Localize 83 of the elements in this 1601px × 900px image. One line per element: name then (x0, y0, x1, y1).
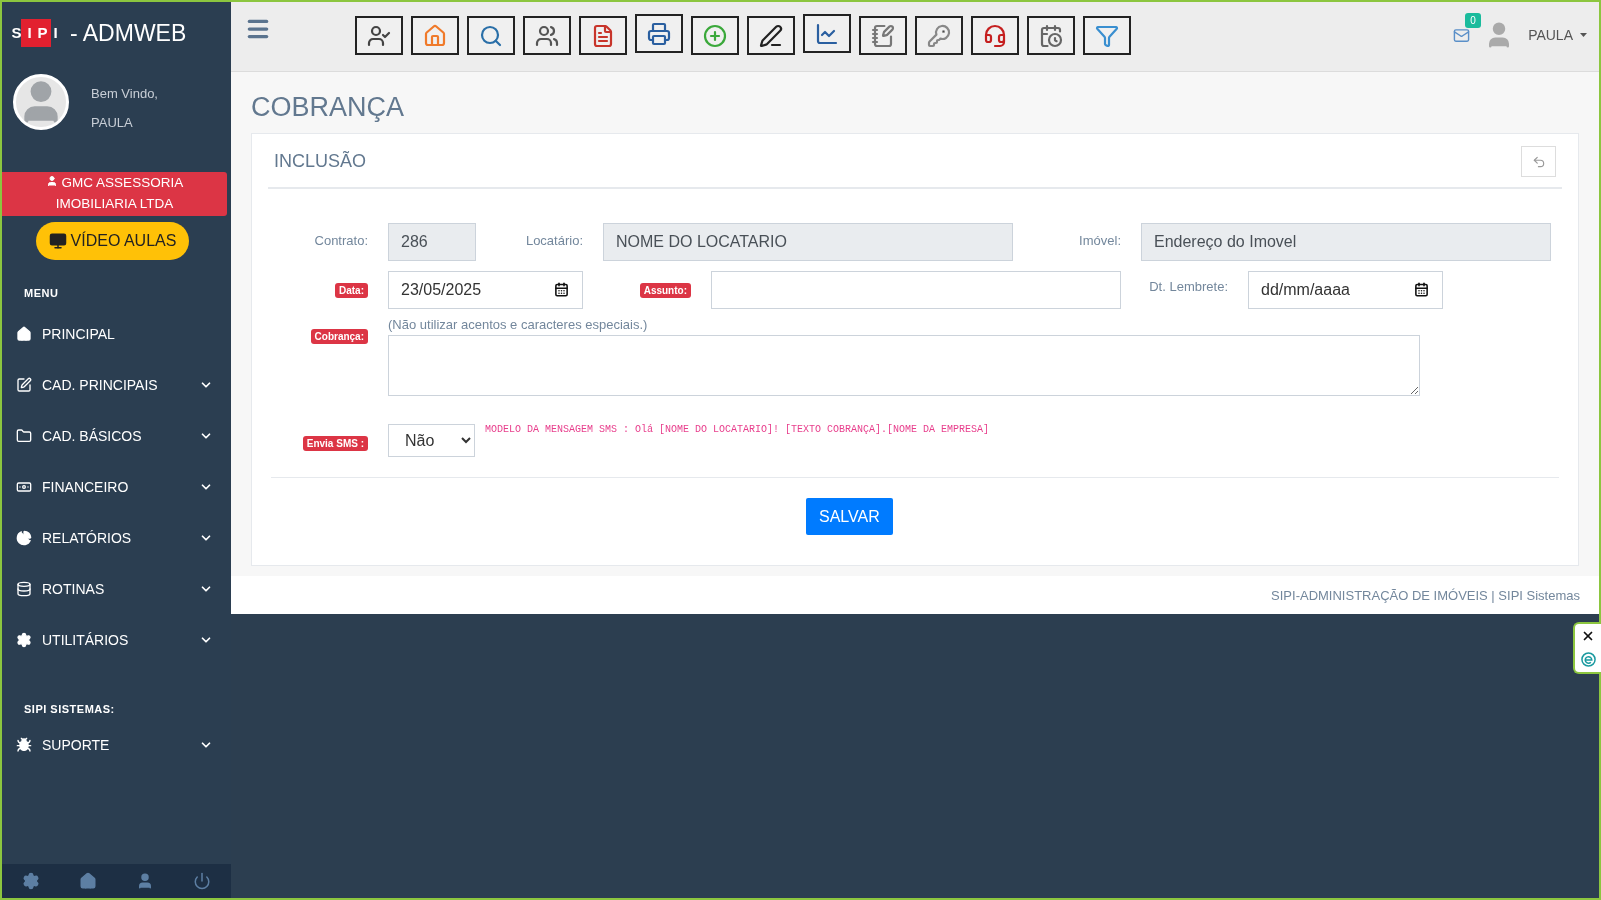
menu-item[interactable]: CAD. PRINCIPAIS (2, 359, 231, 410)
extension-icon[interactable] (1580, 652, 1596, 668)
field-label: Imóvel: (1078, 232, 1122, 248)
magnifier-icon (479, 23, 503, 48)
pen-icon (759, 23, 783, 48)
notepad-icon (871, 23, 895, 48)
menu-heading: MENU (23, 286, 60, 299)
field-label: Contrato: (313, 232, 369, 248)
settings-icon[interactable] (21, 872, 40, 890)
toolbar-button[interactable] (691, 16, 739, 55)
reminder-date-field[interactable]: dd/mm/aaaa (1248, 271, 1443, 309)
section-heading: SIPI SISTEMAS: (23, 702, 116, 715)
toolbar-button[interactable] (859, 16, 907, 55)
settings-icon (16, 631, 32, 648)
subject-field[interactable] (711, 271, 1121, 309)
user-check-icon (367, 23, 391, 48)
logo: S I P I (10, 19, 62, 47)
field-label: Dt. Lembrete: (1148, 278, 1229, 294)
contract-field[interactable]: 286 (388, 223, 476, 261)
home-icon (16, 325, 32, 342)
menu-item[interactable]: UTILITÁRIOS (2, 614, 231, 665)
home-icon[interactable] (78, 872, 97, 890)
toolbar-button[interactable] (1027, 16, 1075, 55)
caret-down-icon (1580, 33, 1587, 37)
undo-icon (1531, 154, 1546, 169)
document-icon (591, 23, 615, 48)
toolbar-button[interactable] (747, 16, 795, 55)
toolbar-button[interactable] (411, 16, 459, 55)
chart-icon (815, 21, 839, 46)
house-icon (423, 23, 447, 48)
toolbar-button[interactable] (467, 16, 515, 55)
calendar-clock-icon (1039, 23, 1063, 48)
avatar (13, 74, 69, 130)
property-field[interactable]: Endereço do Imovel (1141, 223, 1551, 261)
user-menu[interactable]: PAULA (1528, 27, 1587, 43)
bug-icon (16, 736, 32, 753)
toolbar-button[interactable] (915, 16, 963, 55)
menu-item[interactable]: ROTINAS (2, 563, 231, 614)
toolbar-button[interactable] (635, 14, 683, 53)
folder-icon (16, 427, 32, 444)
toolbar-button[interactable] (971, 16, 1019, 55)
mail-count-badge: 0 (1465, 12, 1481, 28)
filter-icon (1095, 23, 1119, 48)
menu-item[interactable]: RELATÓRIOS (2, 512, 231, 563)
required-label: Envia SMS : (302, 436, 368, 451)
menu-item[interactable]: SUPORTE (2, 719, 231, 770)
edit-icon (16, 376, 32, 393)
hint-text: (Não utilizar acentos e caracteres especiais.) (388, 317, 649, 332)
pie-chart-icon (16, 529, 32, 546)
monitor-icon (48, 232, 67, 250)
toolbar-button[interactable] (523, 16, 571, 55)
calendar-icon[interactable] (1414, 282, 1429, 297)
app-title: - ADMWEB (70, 19, 187, 47)
sms-template-text: MODELO DA MENSAGEM SMS : Olá [NOME DO LOCATARIO]! [TEXTO COBRANÇA].[NOME DA EMPRESA] (485, 424, 990, 435)
video-lessons-button[interactable]: VÍDEO AULAS (35, 222, 190, 260)
toolbar-button[interactable] (579, 16, 627, 55)
toolbar-button[interactable] (803, 14, 851, 53)
card-title: INCLUSÃO (274, 151, 367, 172)
calendar-icon[interactable] (554, 282, 569, 297)
toolbar-button[interactable] (1083, 16, 1131, 55)
toolbar-button[interactable] (355, 16, 403, 55)
menu-item[interactable]: CAD. BÁSICOS (2, 410, 231, 461)
required-label: Data: (335, 283, 368, 298)
page-title: COBRANÇA (251, 92, 406, 123)
menu-item[interactable]: FINANCEIRO (2, 461, 231, 512)
sms-select[interactable]: Não (388, 424, 475, 457)
date-field[interactable]: 23/05/2025 (388, 271, 583, 309)
users-icon (535, 23, 559, 48)
menu-item[interactable]: PRINCIPAL (2, 308, 231, 359)
headset-icon (983, 23, 1007, 48)
mail-icon[interactable] (1453, 26, 1471, 44)
greeting: Bem Vindo, (91, 86, 158, 101)
save-button[interactable]: SALVAR (806, 498, 893, 535)
printer-icon (647, 21, 671, 46)
database-icon (16, 580, 32, 597)
user-name: PAULA (91, 115, 134, 130)
field-label: Locatário: (524, 232, 584, 248)
footer-text: SIPI-ADMINISTRAÇÃO DE IMÓVEIS | SIPI Sistemas (1271, 587, 1580, 603)
required-label: Cobrança: (310, 329, 368, 344)
company-banner: GMC ASSESSORIA IMOBILIARIA LTDA (2, 172, 227, 216)
power-icon[interactable] (193, 872, 212, 890)
tenant-field[interactable]: NOME DO LOCATARIO (603, 223, 1013, 261)
required-label: Assunto: (639, 283, 691, 298)
